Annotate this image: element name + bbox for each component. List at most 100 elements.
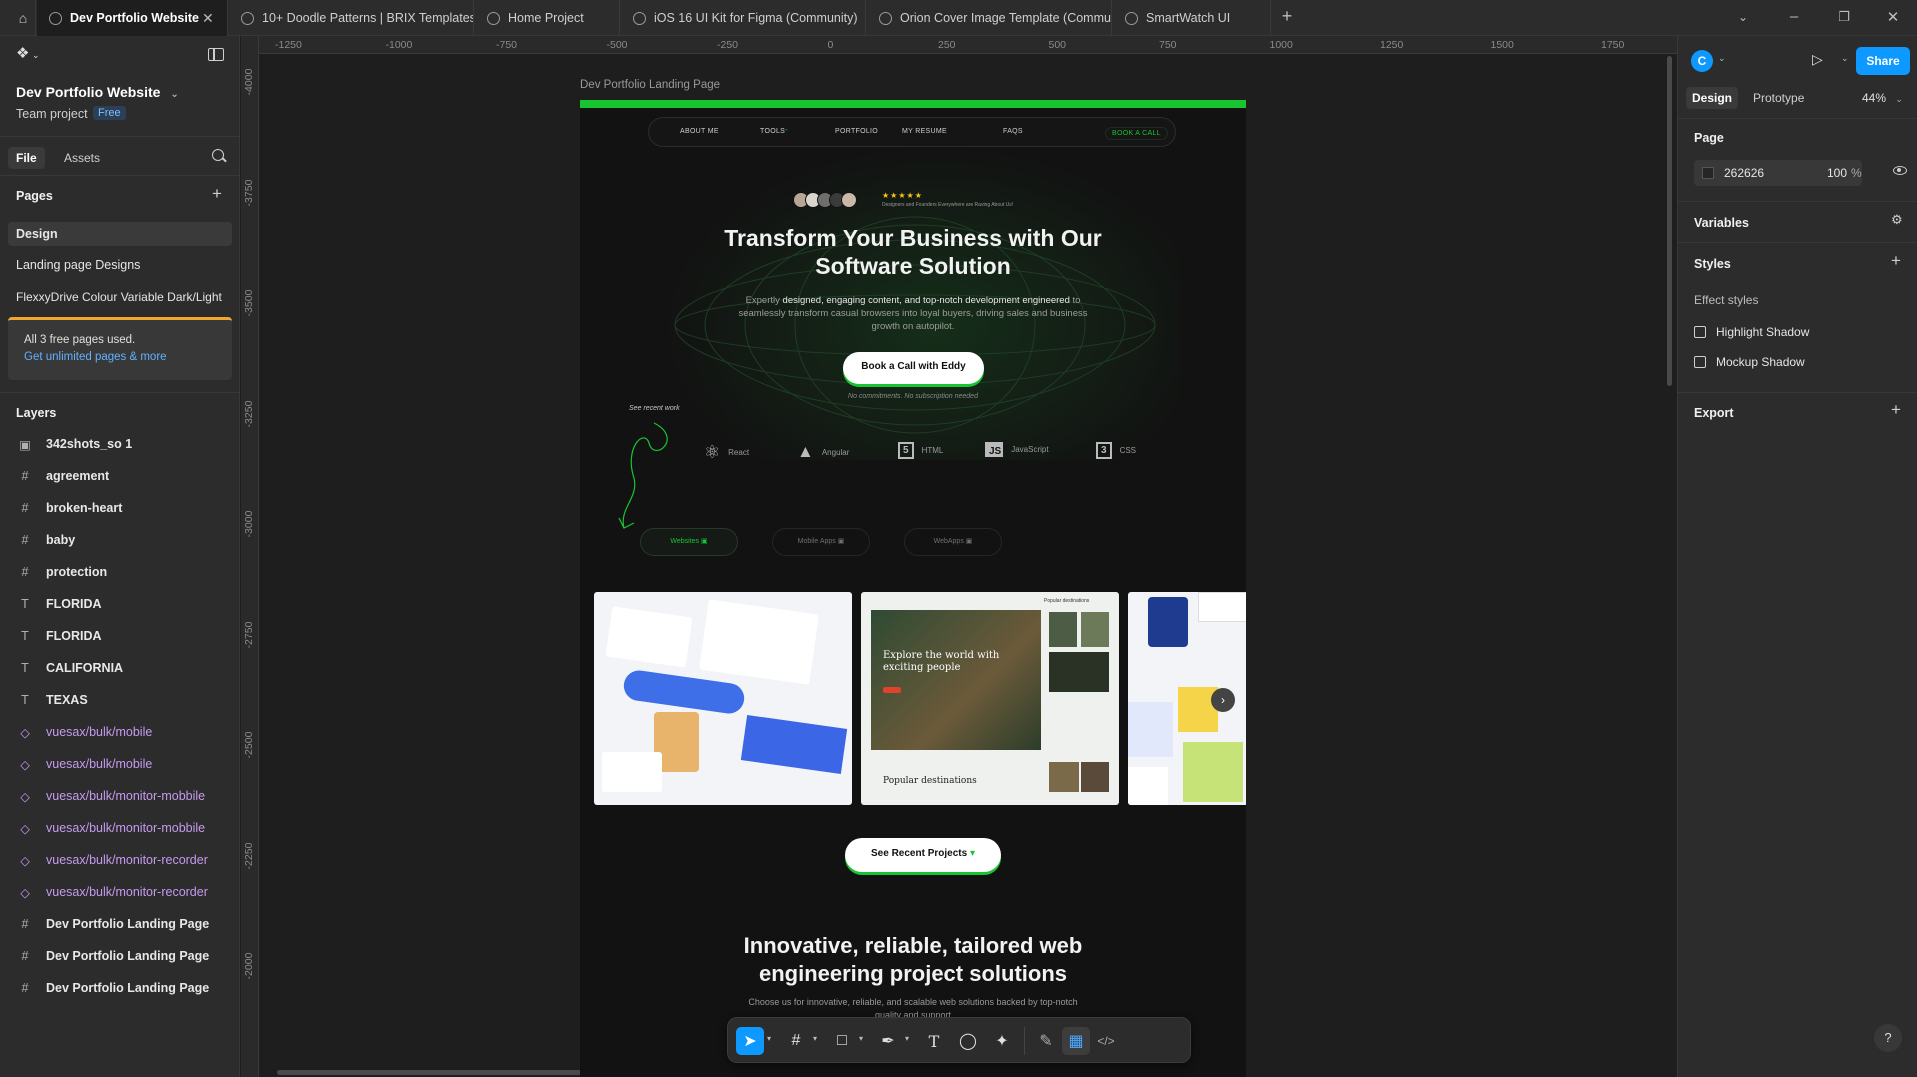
chevron-down-icon[interactable]: ⌄ <box>1733 10 1753 24</box>
restore-icon[interactable]: ❐ <box>1834 9 1854 25</box>
actions-ai-icon[interactable]: ✦ <box>988 1027 1016 1055</box>
chevron-down-icon[interactable]: ▾ <box>767 1034 771 1043</box>
help-icon[interactable]: ? <box>1874 1024 1902 1052</box>
effect-style-highlight[interactable]: Highlight Shadow <box>1694 325 1809 339</box>
layer-row[interactable]: # baby <box>0 524 238 556</box>
layer-row[interactable]: T FLORIDA <box>0 620 238 652</box>
layer-row[interactable]: # protection <box>0 556 238 588</box>
move-tool-icon[interactable]: ➤ <box>736 1027 764 1055</box>
add-page-icon[interactable]: + <box>212 184 222 204</box>
project-shot-2[interactable]: Explore the world with exciting people P… <box>861 592 1119 805</box>
tab-smartwatch-ui[interactable]: SmartWatch UI <box>1113 0 1271 36</box>
frame-label[interactable]: Dev Portfolio Landing Page <box>580 79 720 91</box>
page-item-landing-designs[interactable]: Landing page Designs <box>8 253 232 277</box>
chevron-down-icon[interactable]: ▾ <box>905 1034 909 1043</box>
layer-row[interactable]: # Dev Portfolio Landing Page <box>0 908 238 940</box>
layer-row[interactable]: T TEXAS <box>0 684 238 716</box>
layer-row[interactable]: # agreement <box>0 460 238 492</box>
design-mode-icon[interactable]: ▦ <box>1062 1027 1090 1055</box>
project-shot-3[interactable]: › <box>1128 592 1246 805</box>
page-opacity[interactable]: 100 <box>1827 166 1847 180</box>
effect-style-mockup[interactable]: Mockup Shadow <box>1694 355 1805 369</box>
file-name[interactable]: Dev Portfolio Website ⌄ <box>16 84 179 100</box>
layer-row[interactable]: ◇ vuesax/bulk/monitor-recorder <box>0 876 238 908</box>
home-tab[interactable]: ⌂ <box>0 0 36 36</box>
nav-faqs[interactable]: FAQS <box>1003 128 1023 135</box>
avatar[interactable]: C <box>1691 50 1713 72</box>
frame-tool-icon[interactable]: # <box>782 1027 810 1055</box>
tab-home-project[interactable]: Home Project <box>475 0 620 36</box>
filter-mobile-apps[interactable]: Mobile Apps ▣ <box>772 528 870 556</box>
minimize-icon[interactable]: – <box>1784 8 1804 25</box>
layer-row[interactable]: ▣ 342shots_so 1 <box>0 428 238 460</box>
layer-row[interactable]: ◇ vuesax/bulk/mobile <box>0 748 238 780</box>
project-shot-1[interactable] <box>594 592 852 805</box>
layer-row[interactable]: # broken-heart <box>0 492 238 524</box>
eye-icon[interactable] <box>1893 166 1907 175</box>
layer-row[interactable]: # Dev Portfolio Landing Page <box>0 940 238 972</box>
nav-about[interactable]: ABOUT ME <box>680 128 719 135</box>
canvas[interactable]: -1250 -1000 -750 -500 -250 0 250 500 750 1000 1250… <box>241 36 1677 1077</box>
chevron-down-icon[interactable]: ▾ <box>859 1034 863 1043</box>
carousel-next-icon[interactable]: › <box>1211 688 1235 712</box>
share-button[interactable]: Share <box>1856 47 1910 75</box>
filter-webapps[interactable]: WebApps ▣ <box>904 528 1002 556</box>
html5-icon: 5 <box>898 442 914 459</box>
tab-ios16-kit[interactable]: iOS 16 UI Kit for Figma (Community) <box>621 0 866 36</box>
export-title: Export <box>1694 406 1734 420</box>
rectangle-tool-icon[interactable]: □ <box>828 1027 856 1055</box>
variables-icon[interactable]: ⚙ <box>1891 212 1903 228</box>
tab-prototype[interactable]: Prototype <box>1753 91 1804 105</box>
vertical-scrollbar[interactable] <box>1667 56 1672 386</box>
layer-row[interactable]: ◇ vuesax/bulk/monitor-mobbile <box>0 812 238 844</box>
present-icon[interactable]: ▷ <box>1812 51 1823 68</box>
filter-websites[interactable]: Websites ▣ <box>640 528 738 556</box>
layer-label: 342shots_so 1 <box>46 437 133 451</box>
add-style-icon[interactable]: + <box>1891 251 1901 271</box>
tab-doodle-patterns[interactable]: 10+ Doodle Patterns | BRIX Templates <box>229 0 474 36</box>
layer-row[interactable]: T FLORIDA <box>0 588 238 620</box>
sidebar-toggle-icon[interactable] <box>208 48 224 61</box>
main-menu-button[interactable]: ❖ ⌄ <box>16 44 40 62</box>
dev-mode-icon[interactable]: </> <box>1092 1027 1120 1055</box>
tab-design[interactable]: Design <box>1686 87 1739 109</box>
tab-dev-portfolio[interactable]: Dev Portfolio Website ✕ <box>37 0 228 36</box>
tab-assets[interactable]: Assets <box>64 151 100 165</box>
nav-portfolio[interactable]: PORTFOLIO <box>835 128 878 135</box>
add-export-icon[interactable]: + <box>1891 400 1901 420</box>
see-recent-projects-button[interactable]: See Recent Projects ▾ <box>845 838 1001 872</box>
zoom-level[interactable]: 44% ⌄ <box>1862 91 1903 105</box>
window-close-icon[interactable]: ✕ <box>1883 8 1903 26</box>
chevron-down-icon[interactable]: ▾ <box>813 1034 817 1043</box>
chevron-down-icon[interactable]: ⌄ <box>1841 53 1849 64</box>
rating-stars: ★★★★★ <box>882 191 923 200</box>
ruler-tick-label: 1500 <box>1490 39 1514 51</box>
layer-row[interactable]: ◇ vuesax/bulk/monitor-recorder <box>0 844 238 876</box>
page-item-flexxydrive[interactable]: FlexxyDrive Colour Variable Dark/Light <box>8 285 232 309</box>
page-color-hex[interactable]: 262626 <box>1724 166 1764 180</box>
draw-mode-icon[interactable]: ✎ <box>1032 1027 1060 1055</box>
layer-row[interactable]: ◇ vuesax/bulk/monitor-mobbile <box>0 780 238 812</box>
chevron-down-icon[interactable]: ⌄ <box>1718 53 1726 64</box>
page-item-design[interactable]: Design <box>8 222 232 246</box>
plan-badge[interactable]: Free <box>93 106 126 120</box>
nav-resume[interactable]: MY RESUME <box>902 128 947 135</box>
comment-tool-icon[interactable]: ◯ <box>954 1027 982 1055</box>
dev-portfolio-frame[interactable]: ABOUT ME TOOLS → PORTFOLIO MY RESUME FAQ… <box>580 100 1246 1077</box>
layer-row[interactable]: # Dev Portfolio Landing Page <box>0 972 238 1004</box>
new-tab-icon[interactable]: + <box>1277 6 1297 27</box>
layer-row[interactable]: ◇ vuesax/bulk/mobile <box>0 716 238 748</box>
color-swatch[interactable] <box>1702 167 1714 179</box>
search-icon[interactable] <box>212 149 227 163</box>
text-tool-icon[interactable]: T <box>920 1027 948 1055</box>
close-icon[interactable]: ✕ <box>202 10 214 27</box>
book-call-button[interactable]: Book a Call with Eddy <box>843 352 984 384</box>
pen-tool-icon[interactable]: ✒ <box>874 1027 902 1055</box>
tab-orion-cover[interactable]: Orion Cover Image Template (Commu <box>867 0 1112 36</box>
upgrade-link[interactable]: Get unlimited pages & more <box>24 351 167 363</box>
layer-label: protection <box>46 565 108 579</box>
layer-row[interactable]: T CALIFORNIA <box>0 652 238 684</box>
tab-file[interactable]: File <box>8 147 45 169</box>
nav-book-call[interactable]: BOOK A CALL <box>1105 127 1168 140</box>
page-color-field[interactable]: 262626 100 % <box>1694 160 1862 186</box>
